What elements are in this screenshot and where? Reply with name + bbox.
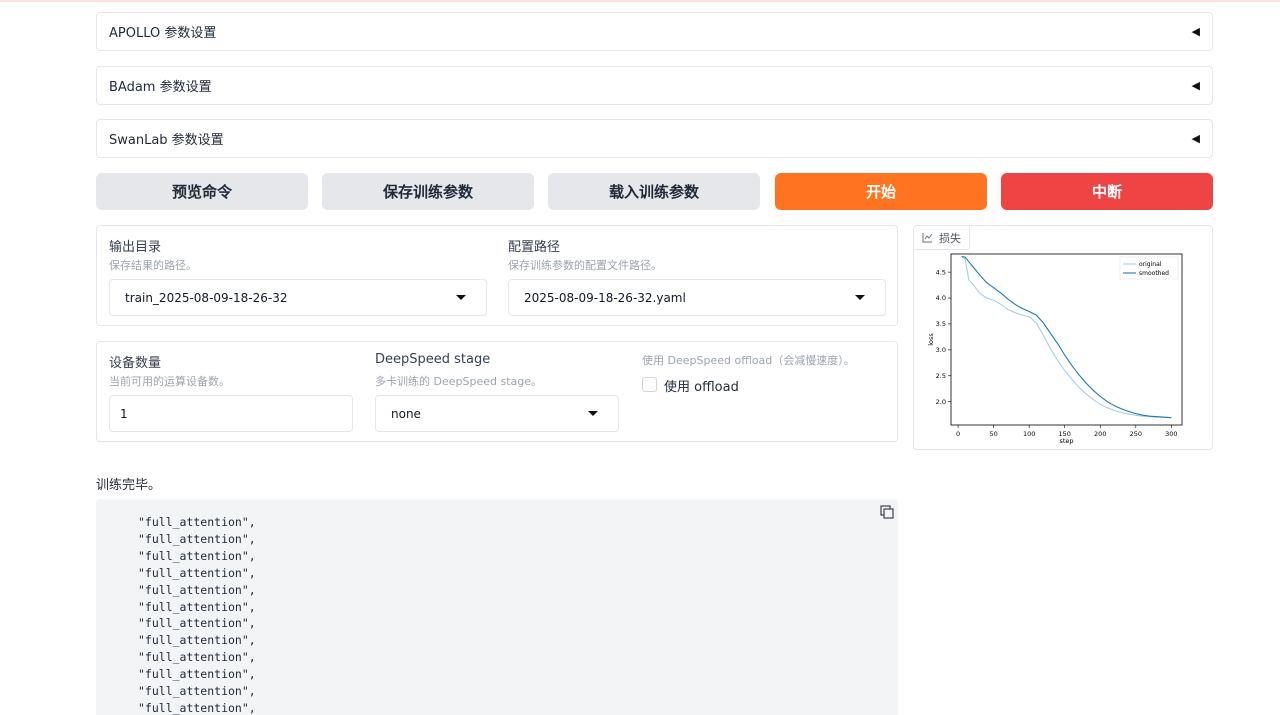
device-count-label: 设备数量 [109, 356, 162, 371]
ds-offload-info: 使用 DeepSpeed offload（会减慢速度）。 [642, 354, 855, 367]
training-log-box: "full_attention", "full_attention", "full_… [96, 499, 898, 715]
log-line: "full_attention", [138, 616, 256, 631]
log-line: "full_attention", [138, 684, 256, 698]
y-tick-label: 3.0 [936, 346, 946, 354]
chart-icon [922, 233, 933, 243]
x-axis-label: step [1059, 437, 1073, 445]
device-count-info: 当前可用的运算设备数。 [109, 375, 230, 388]
chevron-down-icon [456, 295, 466, 300]
output-dir-label: 输出目录 [109, 240, 162, 255]
accordion-apollo[interactable]: APOLLO 参数设置 ◀ [96, 12, 1213, 51]
y-tick-label: 4.5 [936, 268, 946, 276]
abort-button[interactable]: 中断 [1001, 173, 1213, 210]
loss-chart: 0 50 100 150 200 250 3002.02.53.03.54.04.5step… [927, 253, 1183, 445]
plot-tab-label: 损失 [939, 231, 961, 245]
accordion-swanlab[interactable]: SwanLab 参数设置 ◀ [96, 119, 1213, 158]
log-line: "full_attention", [138, 531, 256, 546]
load-args-button[interactable]: 载入训练参数 [548, 173, 760, 210]
log-line: "full_attention", [138, 582, 256, 597]
x-tick-label: 300 [1165, 430, 1177, 438]
log-line: "full_attention", [138, 633, 256, 648]
ds-stage-select[interactable]: none [375, 395, 619, 432]
device-count-input[interactable]: 1 [109, 395, 353, 432]
triangle-left-icon: ◀ [1191, 79, 1200, 92]
legend-label: smoothed [1139, 270, 1169, 277]
y-tick-label: 3.5 [936, 320, 946, 328]
chevron-down-icon [855, 295, 865, 300]
series-line-smoothed [961, 256, 1172, 419]
log-line: "full_attention", [138, 565, 256, 580]
accordion-badam[interactable]: BAdam 参数设置 ◀ [96, 66, 1213, 105]
log-line: "full_attention", [138, 700, 256, 715]
config-path-label: 配置路径 [508, 240, 561, 255]
save-args-button[interactable]: 保存训练参数 [322, 173, 534, 210]
x-tick-label: 200 [1094, 430, 1106, 438]
loss-plot-panel: 损失 0 50 100 150 200 250 300 2.0 2.5 3.0 3.5 4.0 4.5 s… [913, 225, 1213, 450]
device-deepspeed-panel: 设备数量 当前可用的运算设备数。 1 DeepSpeed stage 多卡训练的… [96, 341, 898, 442]
log-line: "full_attention", [138, 650, 256, 665]
output-dir-value: train_2025-08-09-18-26-32 [125, 290, 288, 305]
start-button[interactable]: 开始 [775, 173, 987, 210]
log-line: "full_attention", [138, 515, 256, 529]
log-line: "full_attention", [138, 599, 256, 614]
status-text: 训练完毕。 [96, 478, 162, 493]
x-tick-label: 50 [990, 430, 998, 438]
triangle-left-icon: ◀ [1191, 25, 1200, 38]
ds-offload-checkbox[interactable] [642, 377, 657, 392]
log-line: "full_attention", [138, 667, 256, 682]
y-tick-label: 2.0 [936, 398, 946, 406]
x-tick-label: 100 [1023, 430, 1035, 438]
x-tick-label: 250 [1130, 430, 1142, 438]
ds-stage-info: 多卡训练的 DeepSpeed stage。 [375, 375, 542, 388]
top-accent-line [0, 0, 1280, 2]
accordion-label: BAdam 参数设置 [109, 80, 212, 95]
y-axis-label: loss [927, 333, 935, 346]
ds-stage-label: DeepSpeed stage [375, 352, 491, 367]
config-path-info: 保存训练参数的配置文件路径。 [508, 259, 662, 272]
output-dir-select[interactable]: train_2025-08-09-18-26-32 [109, 279, 487, 316]
copy-icon[interactable] [880, 505, 894, 519]
plot-frame [950, 253, 1183, 426]
y-tick-label: 2.5 [936, 372, 946, 380]
ds-stage-value: none [391, 406, 421, 421]
output-config-panel: 输出目录 保存结果的路径。 train_2025-08-09-18-26-32 … [96, 225, 898, 326]
ds-offload-label[interactable]: 使用 offload [664, 376, 739, 395]
log-line: "full_attention", [138, 548, 256, 563]
config-path-value: 2025-08-09-18-26-32.yaml [524, 290, 686, 305]
legend-label: original [1139, 261, 1162, 268]
series-line-original [961, 256, 1172, 419]
preview-command-button[interactable]: 预览命令 [96, 173, 308, 210]
plot-tab: 损失 [914, 226, 970, 250]
accordion-label: APOLLO 参数设置 [109, 26, 217, 41]
y-tick-label: 4.0 [936, 294, 946, 302]
output-dir-info: 保存结果的路径。 [109, 259, 197, 272]
chevron-down-icon [588, 411, 598, 416]
config-path-select[interactable]: 2025-08-09-18-26-32.yaml [508, 279, 886, 316]
x-tick-label: 0 [956, 430, 960, 438]
accordion-label: SwanLab 参数设置 [109, 133, 224, 148]
triangle-left-icon: ◀ [1191, 132, 1200, 145]
